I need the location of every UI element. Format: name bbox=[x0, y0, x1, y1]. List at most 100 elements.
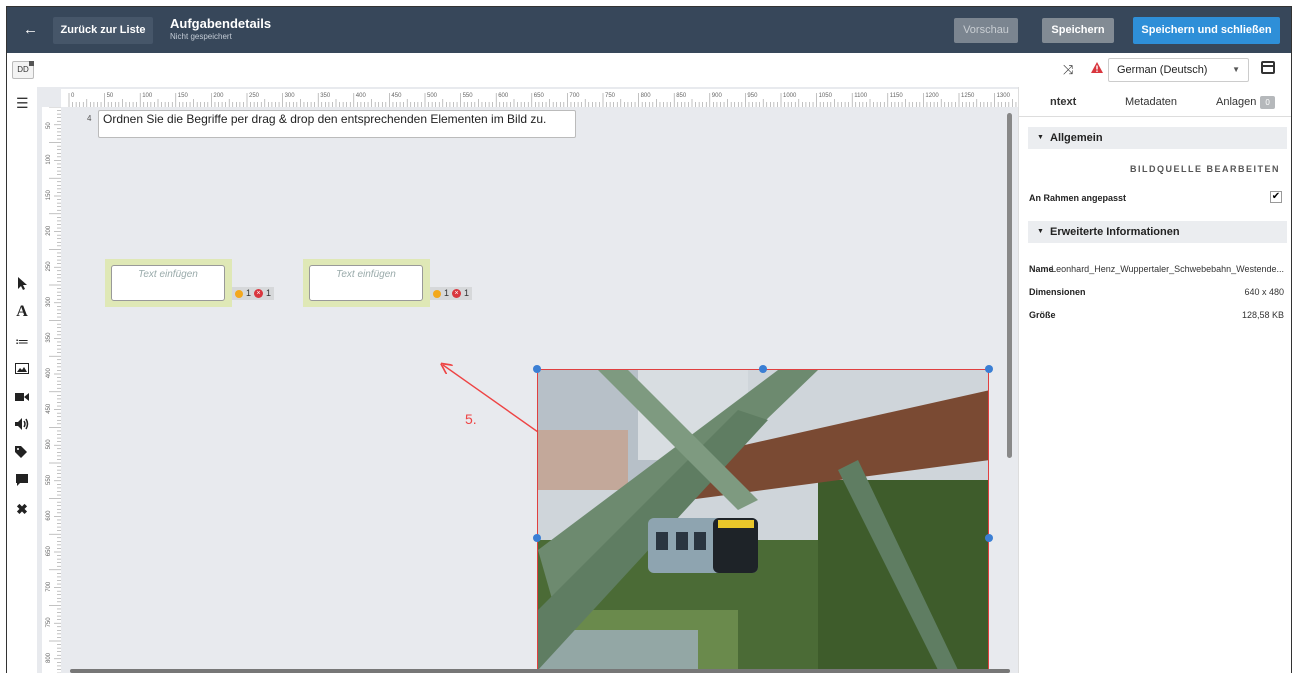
audio-tool-icon[interactable] bbox=[7, 417, 37, 433]
resize-handle-left[interactable] bbox=[533, 534, 541, 542]
ruler-label: 950 bbox=[747, 93, 758, 99]
language-value: German (Deutsch) bbox=[1117, 64, 1208, 76]
ruler-vertical: 50 100 150 200 250 300 350 400 450 500 550 600 650 70… bbox=[42, 107, 61, 673]
ruler-label: 600 bbox=[498, 93, 509, 99]
background-image[interactable] bbox=[537, 369, 989, 673]
language-select[interactable]: German (Deutsch) ▼ bbox=[1108, 58, 1249, 82]
ruler-label: 850 bbox=[676, 93, 687, 99]
edit-image-source-button[interactable]: BILDQUELLE BEARBEITEN bbox=[1130, 164, 1280, 174]
checklist-tool-icon[interactable]: ≔ bbox=[7, 333, 37, 350]
outline-list-icon[interactable]: ☰ bbox=[16, 95, 29, 112]
ruler-label: 150 bbox=[178, 93, 189, 99]
ruler-label: 900 bbox=[712, 93, 723, 99]
ruler-label: 1150 bbox=[890, 93, 904, 99]
ruler-label: 250 bbox=[249, 93, 260, 99]
size-value: 128,58 KB bbox=[1241, 310, 1284, 320]
item-type-badge: DD bbox=[12, 61, 34, 79]
tab-metadata[interactable]: Metadaten bbox=[1125, 96, 1177, 108]
layout-toggle-icon[interactable] bbox=[1261, 61, 1275, 74]
preview-button[interactable]: Vorschau bbox=[954, 18, 1018, 43]
save-button[interactable]: Speichern bbox=[1042, 18, 1114, 43]
ruler-label: 700 bbox=[569, 93, 580, 99]
resize-handle-top-right[interactable] bbox=[985, 365, 993, 373]
back-arrow-icon[interactable]: ← bbox=[23, 21, 38, 38]
dimensions-value: 640 x 480 bbox=[1244, 287, 1284, 297]
name-value: Leonhard_Henz_Wuppertaler_Schwebebahn_We… bbox=[1051, 264, 1284, 274]
ruler-label: 500 bbox=[427, 93, 438, 99]
size-label: Größe bbox=[1029, 310, 1056, 320]
ruler-label: 1250 bbox=[961, 93, 975, 99]
annotation-label: 5. bbox=[465, 411, 477, 427]
ruler-label: 200 bbox=[213, 93, 224, 99]
section-advanced-header[interactable]: ▼ Erweiterte Informationen bbox=[1028, 221, 1287, 243]
tab-context[interactable]: ntext bbox=[1050, 96, 1076, 108]
section-advanced-title: Erweiterte Informationen bbox=[1050, 226, 1180, 238]
ruler-label: 650 bbox=[46, 546, 52, 557]
pointer-tool-icon[interactable] bbox=[7, 277, 37, 294]
tab-attachments[interactable]: Anlagen 0 bbox=[1216, 96, 1275, 109]
editor-toolbar: DD ⤨ German (Deutsch) ▼ bbox=[7, 53, 1291, 87]
ruler-label: 800 bbox=[46, 652, 52, 663]
badge-corner-icon bbox=[29, 61, 34, 66]
ruler-horizontal: 0 50 100 150 200 250 300 350 400 450 500 550 600 650 7… bbox=[61, 89, 1021, 107]
ruler-label: 400 bbox=[356, 93, 367, 99]
ruler-label: 550 bbox=[46, 474, 52, 485]
video-tool-icon[interactable] bbox=[7, 389, 37, 405]
ruler-label: 1000 bbox=[783, 93, 797, 99]
chevron-down-icon: ▼ bbox=[1232, 65, 1240, 74]
shuffle-icon[interactable]: ⤨ bbox=[1063, 62, 1073, 78]
page-title-block: Aufgabendetails Nicht gespeichert bbox=[170, 16, 271, 41]
ruler-label: 400 bbox=[46, 368, 52, 379]
ruler-label: 350 bbox=[46, 332, 52, 343]
editor-canvas[interactable]: 4 Ordnen Sie die Begriffe per drag & dro… bbox=[61, 107, 1016, 673]
left-toolbar: ☰ A ≔ ✖ bbox=[7, 87, 37, 673]
ruler-label: 600 bbox=[46, 510, 52, 521]
ruler-label: 450 bbox=[391, 93, 402, 99]
ruler-label: 100 bbox=[142, 93, 153, 99]
ruler-label: 50 bbox=[107, 93, 114, 99]
ruler-label: 350 bbox=[320, 93, 331, 99]
horizontal-scrollbar[interactable] bbox=[70, 669, 1010, 673]
image-tool-icon[interactable] bbox=[7, 361, 37, 377]
ruler-label: 250 bbox=[46, 261, 52, 272]
ruler-label: 1200 bbox=[925, 93, 939, 99]
section-general-header[interactable]: ▼ Allgemein bbox=[1028, 127, 1287, 149]
resize-handle-top-left[interactable] bbox=[533, 365, 541, 373]
ruler-label: 300 bbox=[285, 93, 296, 99]
ruler-label: 500 bbox=[46, 439, 52, 450]
section-general-title: Allgemein bbox=[1050, 132, 1103, 144]
caret-down-icon: ▼ bbox=[1037, 134, 1044, 141]
ruler-label: 750 bbox=[605, 93, 616, 99]
ruler-label: 1100 bbox=[854, 93, 868, 99]
fit-to-frame-label: An Rahmen angepasst bbox=[1029, 193, 1127, 203]
ruler-label: 800 bbox=[641, 93, 652, 99]
resize-handle-right[interactable] bbox=[985, 534, 993, 542]
ruler-label: 150 bbox=[46, 190, 52, 201]
ruler-label: 1050 bbox=[819, 93, 833, 99]
top-bar: ← Zurück zur Liste Aufgabendetails Nicht… bbox=[7, 7, 1291, 53]
ruler-label: 450 bbox=[46, 403, 52, 414]
tag-tool-icon[interactable] bbox=[7, 445, 37, 461]
warning-icon[interactable] bbox=[1091, 61, 1103, 79]
caret-down-icon: ▼ bbox=[1037, 228, 1044, 235]
properties-panel: ntext Metadaten Anlagen 0 ▼ Allgemein BIL… bbox=[1018, 87, 1291, 673]
text-tool-icon[interactable]: A bbox=[7, 303, 37, 321]
item-type-label: DD bbox=[17, 65, 29, 74]
name-label: Name bbox=[1029, 264, 1054, 274]
ruler-label: 1300 bbox=[997, 93, 1011, 99]
ruler-label: 300 bbox=[46, 296, 52, 307]
ruler-label: 700 bbox=[46, 581, 52, 592]
app-window: ← Zurück zur Liste Aufgabendetails Nicht… bbox=[6, 6, 1292, 673]
comment-tool-icon[interactable] bbox=[7, 473, 37, 489]
page-title: Aufgabendetails bbox=[170, 16, 272, 31]
save-and-close-button[interactable]: Speichern und schließen bbox=[1133, 17, 1280, 44]
delete-tool-icon[interactable]: ✖ bbox=[7, 501, 37, 518]
ruler-label: 550 bbox=[463, 93, 474, 99]
back-to-list-button[interactable]: Zurück zur Liste bbox=[53, 17, 153, 44]
resize-handle-top[interactable] bbox=[759, 365, 767, 373]
vertical-scrollbar[interactable] bbox=[1007, 113, 1012, 458]
attachments-count-badge: 0 bbox=[1260, 96, 1275, 109]
dimensions-label: Dimensionen bbox=[1029, 287, 1086, 297]
ruler-label: 100 bbox=[46, 154, 52, 165]
fit-to-frame-checkbox[interactable]: ✔ bbox=[1270, 191, 1282, 203]
